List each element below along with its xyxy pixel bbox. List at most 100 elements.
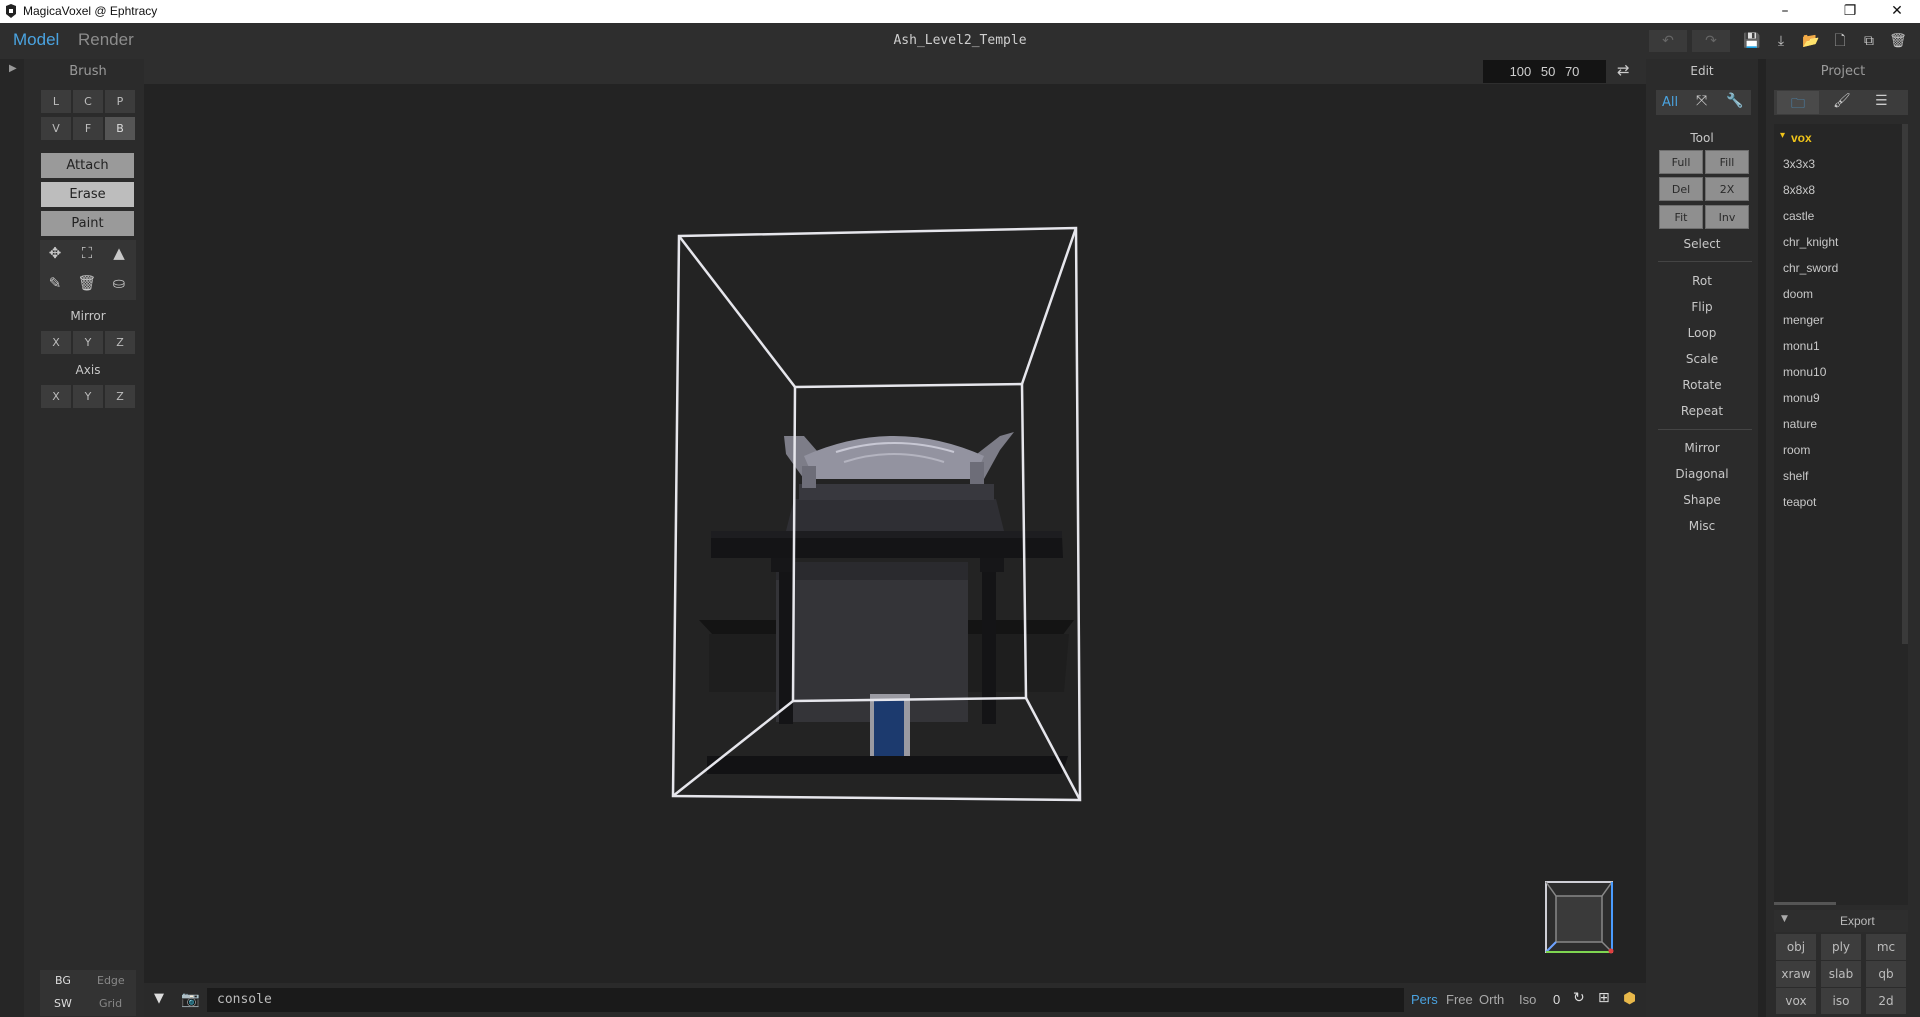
camera-icon[interactable]: 📷	[181, 990, 200, 1008]
export-qb[interactable]: qb	[1866, 961, 1906, 987]
mirror-z[interactable]: Z	[104, 330, 136, 355]
tool-fit[interactable]: Fit	[1659, 205, 1703, 229]
edit-misc[interactable]: Misc	[1646, 519, 1758, 533]
erase-button[interactable]: Erase	[40, 181, 135, 208]
file-item[interactable]: room	[1783, 443, 1810, 457]
edit-flip[interactable]: Flip	[1646, 300, 1758, 314]
edit-rot[interactable]: Rot	[1646, 274, 1758, 288]
file-item[interactable]: chr_sword	[1783, 261, 1838, 275]
export-vox[interactable]: vox	[1776, 988, 1816, 1014]
layout-icon[interactable]: ⊞	[1598, 990, 1610, 1006]
filter-all[interactable]: All	[1662, 95, 1678, 110]
view-iso[interactable]: Iso	[1519, 992, 1536, 1007]
select-box-icon[interactable]: ⛶	[76, 244, 98, 262]
console-input[interactable]: console	[207, 988, 1404, 1012]
eyedropper-icon[interactable]: ✎	[44, 274, 66, 292]
file-item[interactable]: chr_knight	[1783, 235, 1838, 249]
edit-rotate[interactable]: Rotate	[1646, 378, 1758, 392]
brush-mode-l[interactable]: L	[40, 89, 72, 114]
view-free[interactable]: Free	[1446, 992, 1473, 1007]
attach-button[interactable]: Attach	[40, 152, 135, 179]
select-button[interactable]: Select	[1646, 237, 1758, 251]
fill-bucket-icon[interactable]: ⛀	[108, 274, 130, 292]
export-mc[interactable]: mc	[1866, 934, 1906, 960]
hscrollbar[interactable]	[1774, 902, 1836, 905]
brush-mode-b[interactable]: B	[104, 116, 136, 141]
folder-vox[interactable]: vox	[1791, 131, 1812, 145]
brush-mode-p[interactable]: P	[104, 89, 136, 114]
grid-toggle[interactable]: Grid	[99, 997, 122, 1010]
close-window-button[interactable]: ✕	[1874, 0, 1920, 23]
copy-icon[interactable]: ⧉	[1858, 30, 1880, 52]
box-icon[interactable]: ⬢	[1623, 989, 1636, 1007]
export-slab[interactable]: slab	[1821, 961, 1861, 987]
reset-view-icon[interactable]: ↻	[1573, 990, 1585, 1006]
export-2d[interactable]: 2d	[1866, 988, 1906, 1014]
brush-tab-icon[interactable]: 🖌	[1833, 93, 1851, 109]
brush-mode-c[interactable]: C	[72, 89, 104, 114]
export-obj[interactable]: obj	[1776, 934, 1816, 960]
new-file-icon[interactable]: 🗋	[1829, 30, 1851, 52]
axis-z[interactable]: Z	[104, 384, 136, 409]
brush-mode-v[interactable]: V	[40, 116, 72, 141]
file-item[interactable]: menger	[1783, 313, 1824, 327]
edit-scale[interactable]: Scale	[1646, 352, 1758, 366]
tool-fill[interactable]: Fill	[1705, 150, 1749, 174]
tool-full[interactable]: Full	[1659, 150, 1703, 174]
folder-tab-icon[interactable]: 🗀	[1791, 93, 1805, 117]
minimize-button[interactable]: –	[1762, 0, 1808, 23]
dimension-input[interactable]: 100 50 70	[1483, 60, 1606, 83]
file-item[interactable]: 3x3x3	[1783, 157, 1815, 171]
view-orth[interactable]: Orth	[1479, 992, 1504, 1007]
delete-icon[interactable]: 🗑	[76, 274, 98, 292]
export-ply[interactable]: ply	[1821, 934, 1861, 960]
edit-repeat[interactable]: Repeat	[1646, 404, 1758, 418]
mirror-x[interactable]: X	[40, 330, 72, 355]
axis-y[interactable]: Y	[72, 384, 104, 409]
save-icon[interactable]: 💾	[1741, 30, 1763, 52]
file-item[interactable]: castle	[1783, 209, 1814, 223]
file-item[interactable]: nature	[1783, 417, 1817, 431]
expand-icon[interactable]: ▶	[9, 63, 17, 74]
pointer-icon[interactable]: ▲	[108, 244, 130, 262]
bg-toggle[interactable]: BG	[55, 974, 71, 987]
file-item[interactable]: monu10	[1783, 365, 1826, 379]
brush-mode-f[interactable]: F	[72, 116, 104, 141]
file-item[interactable]: teapot	[1783, 495, 1816, 509]
redo-icon[interactable]: ↷	[1692, 30, 1730, 52]
mirror-y[interactable]: Y	[72, 330, 104, 355]
edit-diagonal[interactable]: Diagonal	[1646, 467, 1758, 481]
file-item[interactable]: monu9	[1783, 391, 1820, 405]
tool-del[interactable]: Del	[1659, 177, 1703, 201]
export-xraw[interactable]: xraw	[1776, 961, 1816, 987]
maximize-button[interactable]: ❐	[1827, 0, 1873, 23]
console-toggle-icon[interactable]: ▼	[154, 991, 164, 1006]
view-pers[interactable]: Pers	[1411, 992, 1438, 1007]
file-item[interactable]: monu1	[1783, 339, 1820, 353]
viewport-3d[interactable]	[144, 84, 1646, 983]
tool-inv[interactable]: Inv	[1705, 205, 1749, 229]
axis-x[interactable]: X	[40, 384, 72, 409]
export-collapse-icon[interactable]: ▼	[1781, 914, 1788, 924]
open-folder-icon[interactable]: 📂	[1800, 30, 1822, 52]
move-icon[interactable]: ✥	[44, 244, 66, 262]
edit-shape[interactable]: Shape	[1646, 493, 1758, 507]
sw-toggle[interactable]: SW	[54, 997, 72, 1010]
tool-2x[interactable]: 2X	[1705, 177, 1749, 201]
file-list-scrollbar[interactable]	[1902, 124, 1908, 644]
trash-icon[interactable]: 🗑	[1887, 30, 1909, 52]
file-item[interactable]: doom	[1783, 287, 1813, 301]
file-item[interactable]: shelf	[1783, 469, 1808, 483]
folder-expand-icon[interactable]: ▾	[1780, 130, 1785, 141]
expand-arrows-icon[interactable]: ⤧	[1696, 93, 1707, 109]
paint-button[interactable]: Paint	[40, 210, 135, 237]
download-icon[interactable]: ⤓	[1770, 30, 1792, 52]
undo-icon[interactable]: ↶	[1649, 30, 1687, 52]
edge-toggle[interactable]: Edge	[97, 974, 125, 987]
edit-mirror[interactable]: Mirror	[1646, 441, 1758, 455]
nav-cube[interactable]	[1545, 881, 1614, 954]
swap-icon[interactable]: ⇄	[1617, 61, 1630, 79]
wrench-icon[interactable]: 🔧	[1726, 93, 1743, 109]
list-tab-icon[interactable]: ☰	[1875, 93, 1888, 109]
file-item[interactable]: 8x8x8	[1783, 183, 1815, 197]
